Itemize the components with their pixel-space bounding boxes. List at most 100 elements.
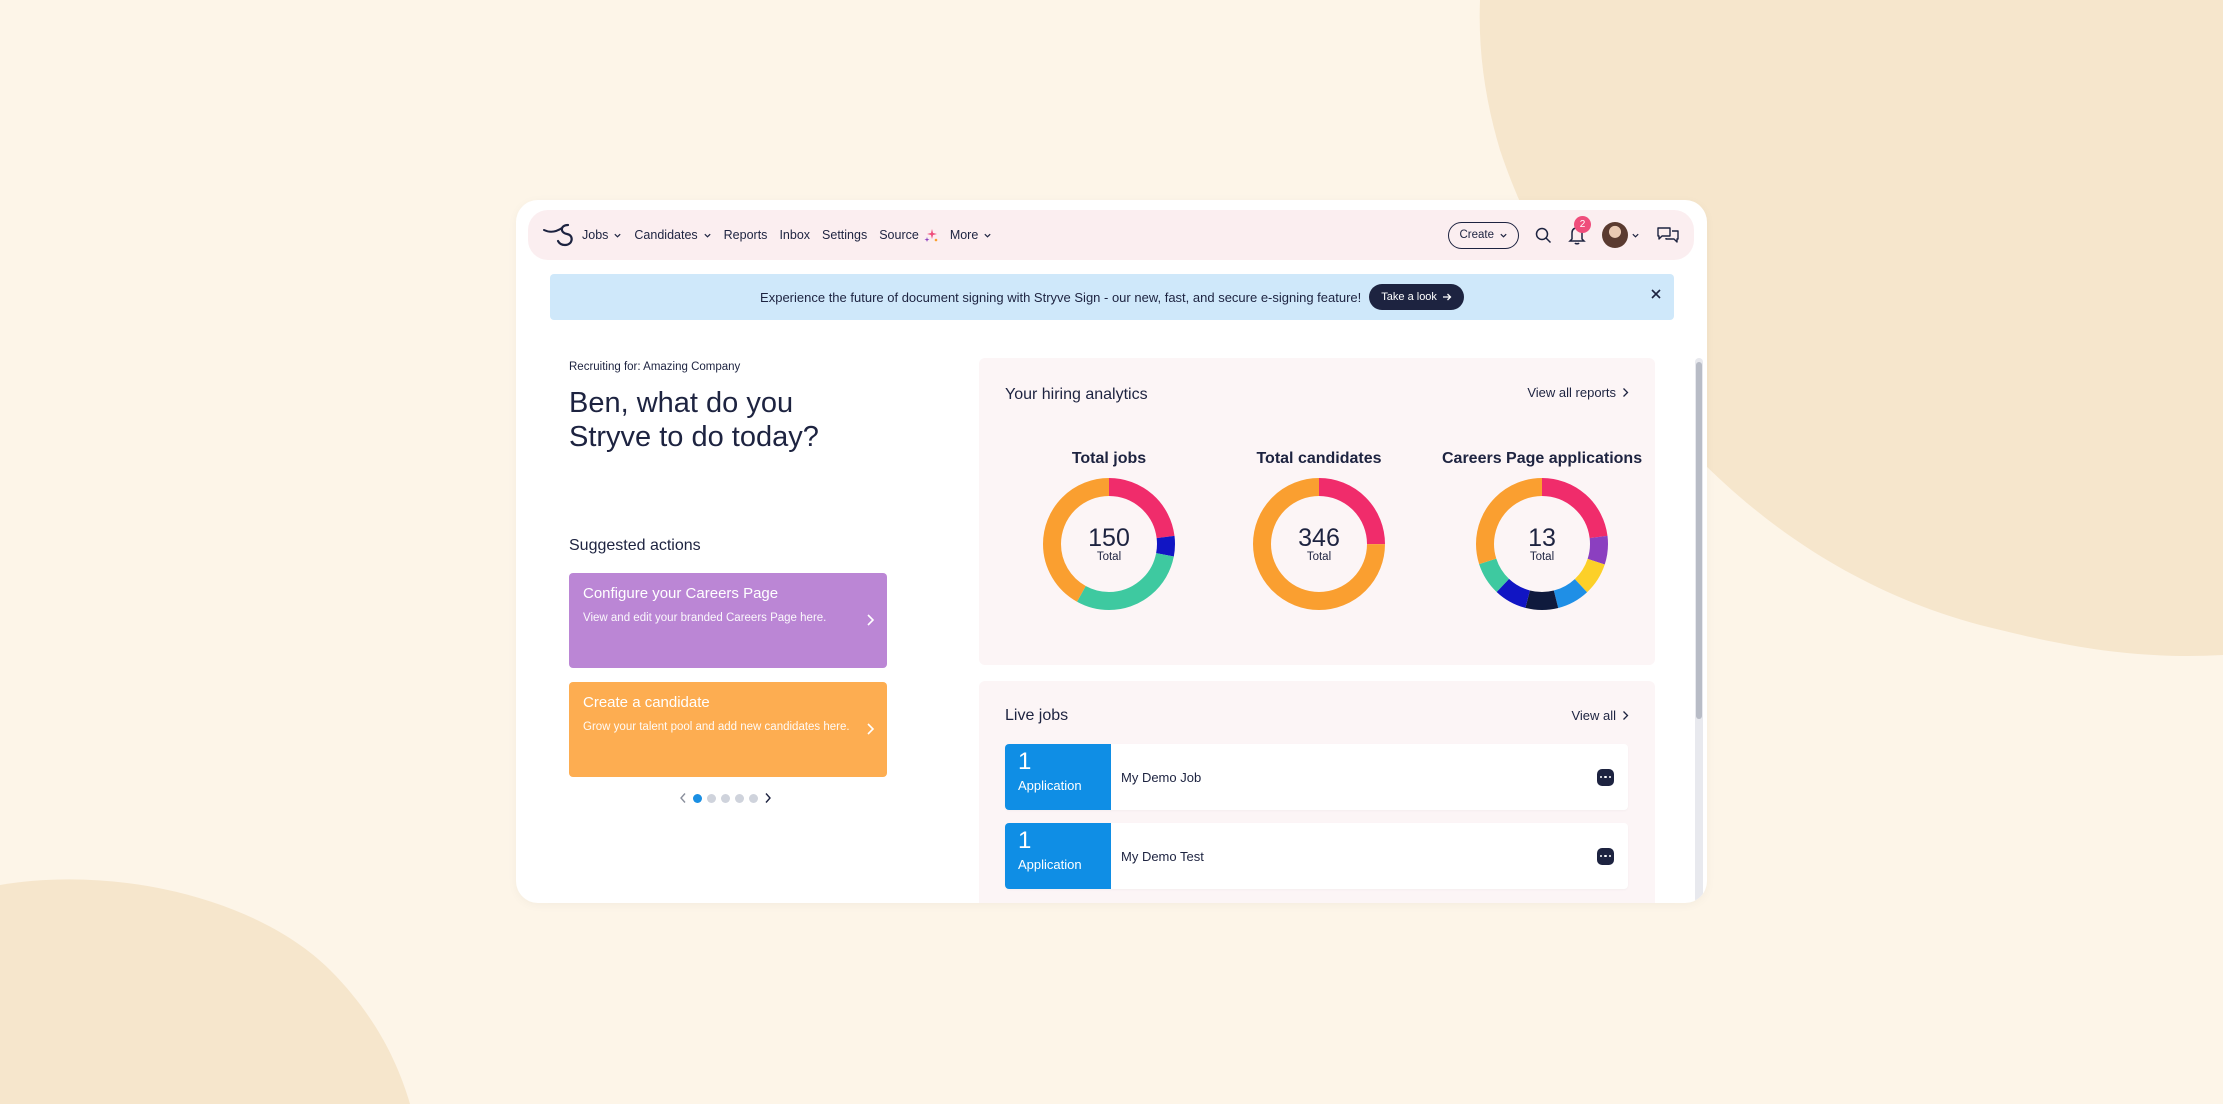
create-button[interactable]: Create bbox=[1448, 221, 1519, 249]
live-jobs-panel: Live jobs View all 1 Application My Demo… bbox=[979, 681, 1655, 903]
action-card-description: Grow your talent pool and add new candid… bbox=[583, 721, 850, 733]
link-label: View all reports bbox=[1527, 385, 1616, 400]
live-jobs-title: Live jobs bbox=[1005, 707, 1069, 724]
link-label: View all bbox=[1571, 708, 1616, 723]
sparkle-icon bbox=[924, 229, 938, 242]
view-all-jobs-link[interactable]: View all bbox=[1571, 708, 1629, 723]
avatar bbox=[1602, 222, 1628, 248]
nav-item-candidates[interactable]: Candidates bbox=[634, 228, 711, 242]
action-card-title: Configure your Careers Page bbox=[583, 585, 779, 602]
chat-icon bbox=[1657, 227, 1679, 243]
create-candidate-card[interactable]: Create a candidate Grow your talent pool… bbox=[569, 682, 887, 777]
top-navigation: Jobs Candidates Reports Inbox Settings S… bbox=[528, 210, 1694, 260]
nav-right-actions: Create 2 bbox=[1448, 216, 1680, 249]
donut-center: 346 Total bbox=[1251, 476, 1387, 612]
scrollbar[interactable] bbox=[1695, 358, 1703, 903]
nav-label: Source bbox=[879, 228, 919, 242]
donut-wrap: 13 Total bbox=[1474, 476, 1610, 612]
greeting-heading: Ben, what do you Stryve to do today? bbox=[569, 387, 819, 453]
chevron-down-icon bbox=[614, 233, 622, 238]
suggested-actions-title: Suggested actions bbox=[569, 537, 701, 554]
take-a-look-button[interactable]: Take a look bbox=[1369, 284, 1464, 310]
donut-value: 13 bbox=[1528, 524, 1556, 552]
job-name: My Demo Test bbox=[1121, 848, 1204, 864]
job-row[interactable]: 1 Application My Demo Test bbox=[1005, 823, 1628, 889]
donut-center: 150 Total bbox=[1041, 476, 1177, 612]
chart-label: Careers Page applications bbox=[1442, 450, 1643, 467]
nav-item-reports[interactable]: Reports bbox=[724, 228, 768, 242]
analytics-title: Your hiring analytics bbox=[1005, 386, 1148, 403]
chevron-right-icon bbox=[1623, 711, 1629, 720]
job-name: My Demo Job bbox=[1121, 769, 1202, 785]
chat-button[interactable] bbox=[1656, 226, 1680, 244]
application-count-label: Application bbox=[1018, 857, 1082, 872]
create-label: Create bbox=[1459, 229, 1494, 241]
donut-value: 346 bbox=[1298, 524, 1340, 552]
nav-label: Candidates bbox=[634, 228, 698, 242]
total-jobs-chart: Total jobs 150 Total bbox=[1029, 450, 1189, 612]
nav-item-source[interactable]: Source bbox=[879, 228, 938, 242]
nav-label: Reports bbox=[723, 228, 768, 242]
careers-page-applications-chart: Careers Page applications 13 Total bbox=[1442, 450, 1642, 612]
chevron-down-icon bbox=[704, 233, 711, 238]
banner-text: Experience the future of document signin… bbox=[760, 289, 1362, 305]
donut-sublabel: Total bbox=[1529, 551, 1555, 563]
chevron-right-icon bbox=[867, 614, 875, 626]
carousel-dot[interactable] bbox=[721, 793, 730, 803]
carousel-dot[interactable] bbox=[749, 793, 758, 803]
carousel-controls bbox=[678, 792, 773, 804]
more-options-icon[interactable] bbox=[1597, 768, 1614, 786]
user-menu[interactable] bbox=[1602, 222, 1640, 248]
nav-item-settings[interactable]: Settings bbox=[822, 228, 867, 242]
configure-careers-page-card[interactable]: Configure your Careers Page View and edi… bbox=[569, 573, 887, 668]
chevron-down-icon bbox=[1632, 233, 1639, 238]
search-button[interactable] bbox=[1535, 227, 1552, 244]
notifications-button[interactable]: 2 bbox=[1568, 216, 1591, 245]
action-card-description: View and edit your branded Careers Page … bbox=[583, 612, 827, 624]
carousel-dot[interactable] bbox=[735, 793, 744, 803]
application-count-label: Application bbox=[1018, 778, 1082, 793]
action-card-title: Create a candidate bbox=[583, 694, 710, 711]
nav-label: Inbox bbox=[779, 228, 811, 242]
donut-sublabel: Total bbox=[1096, 551, 1122, 563]
announcement-banner: Experience the future of document signin… bbox=[550, 274, 1674, 320]
chevron-right-icon bbox=[867, 723, 875, 735]
application-count: 1 Application bbox=[1005, 823, 1111, 889]
view-all-reports-link[interactable]: View all reports bbox=[1527, 385, 1629, 400]
search-icon bbox=[1535, 227, 1552, 243]
application-count-value: 1 bbox=[1018, 748, 1032, 775]
donut-value: 150 bbox=[1088, 524, 1130, 552]
donut-center: 13 Total bbox=[1474, 476, 1610, 612]
nav-label: Jobs bbox=[582, 228, 609, 242]
hiring-analytics-panel: Your hiring analytics View all reports T… bbox=[979, 358, 1655, 665]
close-icon[interactable] bbox=[1650, 288, 1662, 300]
application-count: 1 Application bbox=[1005, 744, 1111, 810]
stryve-logo-icon[interactable] bbox=[542, 222, 576, 248]
app-window: Jobs Candidates Reports Inbox Settings S… bbox=[516, 200, 1707, 903]
chart-label: Total jobs bbox=[1071, 450, 1147, 467]
nav-label: Settings bbox=[822, 228, 868, 242]
nav-item-inbox[interactable]: Inbox bbox=[779, 228, 810, 242]
donut-wrap: 150 Total bbox=[1041, 476, 1177, 612]
chevron-right-icon bbox=[1623, 388, 1629, 397]
donut-wrap: 346 Total bbox=[1251, 476, 1387, 612]
scrollbar-thumb[interactable] bbox=[1696, 362, 1702, 719]
total-candidates-chart: Total candidates 346 Total bbox=[1239, 450, 1399, 612]
more-options-icon[interactable] bbox=[1597, 847, 1614, 865]
nav-item-jobs[interactable]: Jobs bbox=[582, 228, 622, 242]
donut-sublabel: Total bbox=[1306, 551, 1332, 563]
banner-button-label: Take a look bbox=[1381, 291, 1437, 303]
carousel-dot[interactable] bbox=[693, 793, 702, 803]
nav-item-more[interactable]: More bbox=[950, 228, 992, 242]
carousel-dot[interactable] bbox=[707, 793, 716, 803]
chevron-down-icon bbox=[1500, 233, 1507, 238]
chart-label: Total candidates bbox=[1256, 450, 1382, 467]
notification-badge: 2 bbox=[1574, 216, 1591, 233]
chevron-down-icon bbox=[984, 233, 991, 238]
chevron-left-icon[interactable] bbox=[678, 792, 688, 804]
nav-label: More bbox=[949, 228, 979, 242]
application-count-value: 1 bbox=[1018, 827, 1032, 854]
arrow-right-icon bbox=[1442, 293, 1452, 301]
chevron-right-icon[interactable] bbox=[763, 792, 773, 804]
job-row[interactable]: 1 Application My Demo Job bbox=[1005, 744, 1628, 810]
